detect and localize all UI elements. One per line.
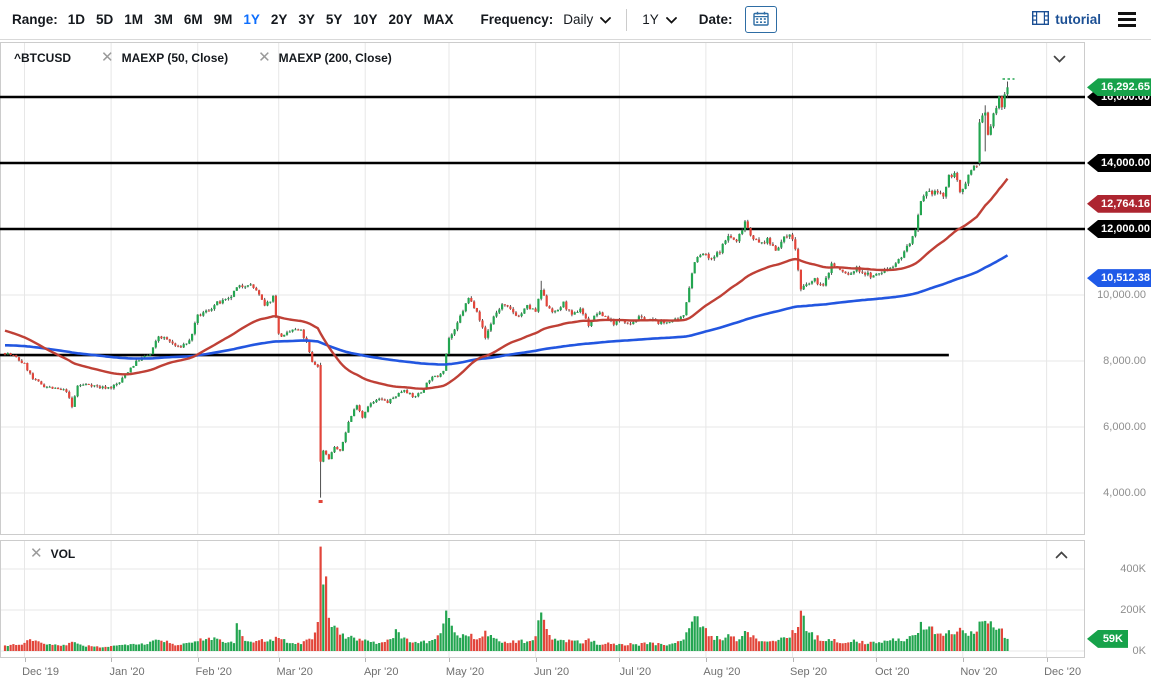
range-option-5d[interactable]: 5D xyxy=(96,12,113,27)
toolbar-divider xyxy=(626,9,627,31)
price-chart-area[interactable] xyxy=(0,42,1085,535)
frequency-label: Frequency: xyxy=(480,12,553,27)
range-option-1d[interactable]: 1D xyxy=(68,12,85,27)
remove-ma200-button[interactable]: ✕ xyxy=(258,50,271,65)
toolbar: Range: 1D 5D 1M 3M 6M 9M 1Y 2Y 3Y 5Y 10Y… xyxy=(0,0,1151,40)
volume-panel-legend: ✕ VOL xyxy=(30,546,105,561)
ma50-legend-label: MAEXP (50, Close) xyxy=(122,51,228,65)
range-option-5y[interactable]: 5Y xyxy=(326,12,343,27)
date-picker-button[interactable] xyxy=(745,6,777,33)
ma200-legend-label: MAEXP (200, Close) xyxy=(279,51,392,65)
remove-volume-button[interactable]: ✕ xyxy=(30,546,43,561)
range-option-10y[interactable]: 10Y xyxy=(353,12,377,27)
tutorial-label: tutorial xyxy=(1055,12,1101,27)
collapse-volume-panel-button[interactable] xyxy=(1055,546,1068,564)
range-option-3m[interactable]: 3M xyxy=(154,12,173,27)
hamburger-icon xyxy=(1118,12,1136,27)
volume-chart-area[interactable] xyxy=(0,540,1085,658)
range-option-2y[interactable]: 2Y xyxy=(271,12,288,27)
range-option-6m[interactable]: 6M xyxy=(184,12,203,27)
film-icon xyxy=(1032,11,1049,28)
collapse-price-panel-button[interactable] xyxy=(1053,50,1066,68)
range-option-20y[interactable]: 20Y xyxy=(388,12,412,27)
period-value: 1Y xyxy=(642,12,659,27)
menu-button[interactable] xyxy=(1115,9,1139,30)
range-option-1y[interactable]: 1Y xyxy=(243,12,260,27)
symbol-label: ^BTCUSD xyxy=(14,51,71,65)
range-option-1m[interactable]: 1M xyxy=(124,12,143,27)
date-label: Date: xyxy=(699,12,733,27)
chevron-down-icon xyxy=(600,12,611,27)
chevron-down-icon xyxy=(666,12,677,27)
remove-ma50-button[interactable]: ✕ xyxy=(101,50,114,65)
tutorial-link[interactable]: tutorial xyxy=(1032,11,1101,28)
range-option-9m[interactable]: 9M xyxy=(214,12,233,27)
range-option-3y[interactable]: 3Y xyxy=(298,12,315,27)
frequency-value: Daily xyxy=(563,12,593,27)
calendar-icon xyxy=(753,11,769,29)
price-panel-legend: ^BTCUSD ✕ MAEXP (50, Close) ✕ MAEXP (200… xyxy=(14,50,422,65)
period-select[interactable]: 1Y xyxy=(642,12,677,27)
volume-legend-label: VOL xyxy=(51,547,76,561)
range-label: Range: xyxy=(12,12,58,27)
frequency-select[interactable]: Daily xyxy=(563,12,611,27)
range-option-max[interactable]: MAX xyxy=(423,12,453,27)
